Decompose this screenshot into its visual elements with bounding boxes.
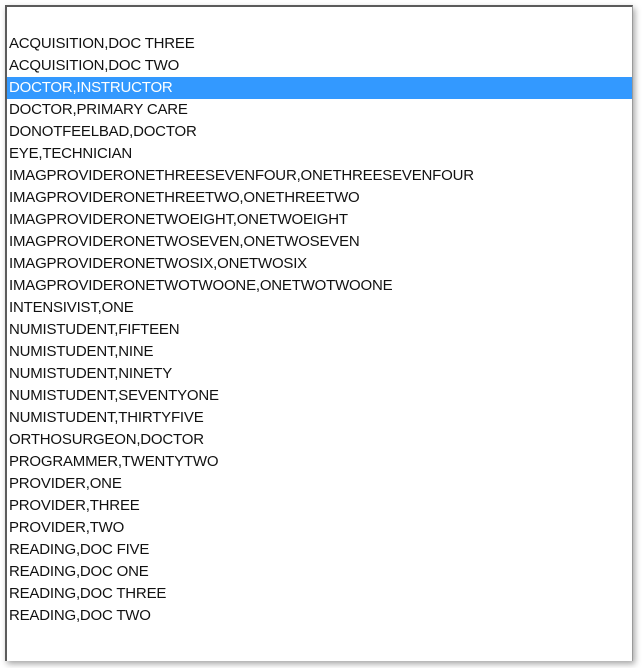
list-item[interactable]: ACQUISITION,DOC THREE <box>7 33 632 55</box>
list-item[interactable]: NUMISTUDENT,SEVENTYONE <box>7 385 632 407</box>
provider-list: ACQUISITION,DOC THREE ACQUISITION,DOC TW… <box>7 33 632 627</box>
list-item[interactable]: IMAGPROVIDERONETHREETWO,ONETHREETWO <box>7 187 632 209</box>
list-item[interactable]: ACQUISITION,DOC TWO <box>7 55 632 77</box>
list-item[interactable]: NUMISTUDENT,NINE <box>7 341 632 363</box>
list-item[interactable]: IMAGPROVIDERONETHREESEVENFOUR,ONETHREESE… <box>7 165 632 187</box>
list-item[interactable]: EYE,TECHNICIAN <box>7 143 632 165</box>
list-item[interactable]: IMAGPROVIDERONETWOTWOONE,ONETWOTWOONE <box>7 275 632 297</box>
list-item[interactable]: READING,DOC TWO <box>7 605 632 627</box>
provider-listbox[interactable]: ACQUISITION,DOC THREE ACQUISITION,DOC TW… <box>5 5 633 661</box>
list-item[interactable]: PROVIDER,ONE <box>7 473 632 495</box>
list-item[interactable]: NUMISTUDENT,FIFTEEN <box>7 319 632 341</box>
list-item[interactable]: ORTHOSURGEON,DOCTOR <box>7 429 632 451</box>
list-item[interactable]: DONOTFEELBAD,DOCTOR <box>7 121 632 143</box>
list-item[interactable]: PROVIDER,TWO <box>7 517 632 539</box>
list-item-selected[interactable]: DOCTOR,INSTRUCTOR <box>7 77 632 99</box>
list-item[interactable]: IMAGPROVIDERONETWOSEVEN,ONETWOSEVEN <box>7 231 632 253</box>
list-item[interactable]: PROVIDER,THREE <box>7 495 632 517</box>
list-item[interactable]: DOCTOR,PRIMARY CARE <box>7 99 632 121</box>
list-item[interactable]: READING,DOC THREE <box>7 583 632 605</box>
list-item[interactable]: IMAGPROVIDERONETWOSIX,ONETWOSIX <box>7 253 632 275</box>
list-item[interactable]: INTENSIVIST,ONE <box>7 297 632 319</box>
list-item[interactable]: NUMISTUDENT,THIRTYFIVE <box>7 407 632 429</box>
list-item[interactable]: PROGRAMMER,TWENTYTWO <box>7 451 632 473</box>
list-item[interactable]: IMAGPROVIDERONETWOEIGHT,ONETWOEIGHT <box>7 209 632 231</box>
list-item[interactable]: READING,DOC FIVE <box>7 539 632 561</box>
list-item[interactable]: READING,DOC ONE <box>7 561 632 583</box>
list-item[interactable]: NUMISTUDENT,NINETY <box>7 363 632 385</box>
